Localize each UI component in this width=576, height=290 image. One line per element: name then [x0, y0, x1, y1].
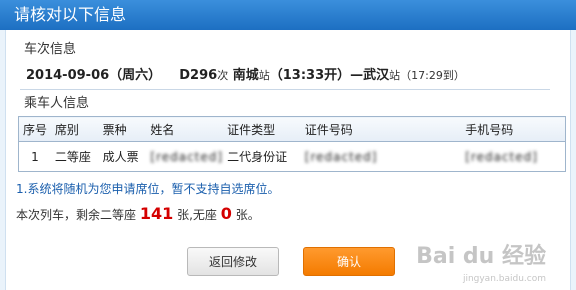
cell-phone: [redacted]: [461, 141, 567, 172]
col-header-index: 序号: [17, 116, 51, 142]
table-row: 1 二等座 成人票 [redacted] 二代身份证 [redacted] [r…: [17, 141, 567, 172]
cell-seat-class: 二等座: [50, 141, 99, 172]
col-header-id-number: 证件号码: [300, 116, 462, 142]
to-station: 武汉: [363, 68, 390, 83]
cell-index: 1: [17, 141, 51, 172]
back-button[interactable]: 返回修改: [187, 247, 279, 276]
confirm-button[interactable]: 确认: [303, 247, 395, 276]
col-header-seat-class: 席别: [50, 116, 99, 142]
seat-notice: 1.系统将随机为您申请席位，暂不支持自选席位。: [16, 182, 280, 196]
section-divider: [20, 89, 550, 90]
train-number: D296: [179, 68, 218, 83]
watermark-logo: Bai du 经验: [416, 244, 546, 269]
to-station-suffix: 站: [389, 69, 401, 82]
col-header-id-type: 证件类型: [223, 116, 301, 142]
remaining-prefix: 本次列车，剩余二等座: [16, 208, 137, 222]
col-header-ticket-type: 票种: [98, 116, 147, 142]
remaining-suffix: 张。: [235, 208, 260, 222]
passenger-info-heading: 乘车人信息: [24, 96, 90, 111]
remaining-middle: 张,无座: [177, 208, 217, 222]
cell-name: [redacted]: [146, 141, 224, 172]
arrival-time: （17:29到）: [400, 69, 465, 82]
from-station-suffix: 站: [258, 69, 270, 82]
cell-id-type: 二代身份证: [223, 141, 301, 172]
departure-time: （13:33开）—: [269, 68, 364, 83]
remaining-noseat-count: 0: [220, 204, 232, 223]
remaining-tickets: 本次列车，剩余二等座 141 张,无座 0 张。: [16, 204, 260, 223]
passenger-table: 序号 席别 票种 姓名 证件类型 证件号码 手机号码 1 二等座 成人票 [re…: [17, 116, 567, 172]
train-info-line: 2014-09-06（周六） D296次 南城站（13:33开）—武汉站（17:…: [26, 64, 465, 83]
col-header-phone: 手机号码: [461, 116, 567, 142]
watermark-url: jingyan.baidu.com: [462, 274, 546, 284]
train-info-heading: 车次信息: [24, 42, 77, 57]
cell-ticket-type: 成人票: [98, 141, 147, 172]
col-header-name: 姓名: [146, 116, 224, 142]
dialog-title: 请核对以下信息: [0, 0, 576, 30]
from-station: 南城: [232, 68, 259, 83]
train-number-suffix: 次: [217, 69, 229, 82]
table-header-row: 序号 席别 票种 姓名 证件类型 证件号码 手机号码: [17, 116, 567, 142]
cell-id-number: [redacted]: [300, 141, 462, 172]
remaining-second-class-count: 141: [139, 204, 174, 223]
travel-date: 2014-09-06（周六）: [26, 68, 162, 83]
